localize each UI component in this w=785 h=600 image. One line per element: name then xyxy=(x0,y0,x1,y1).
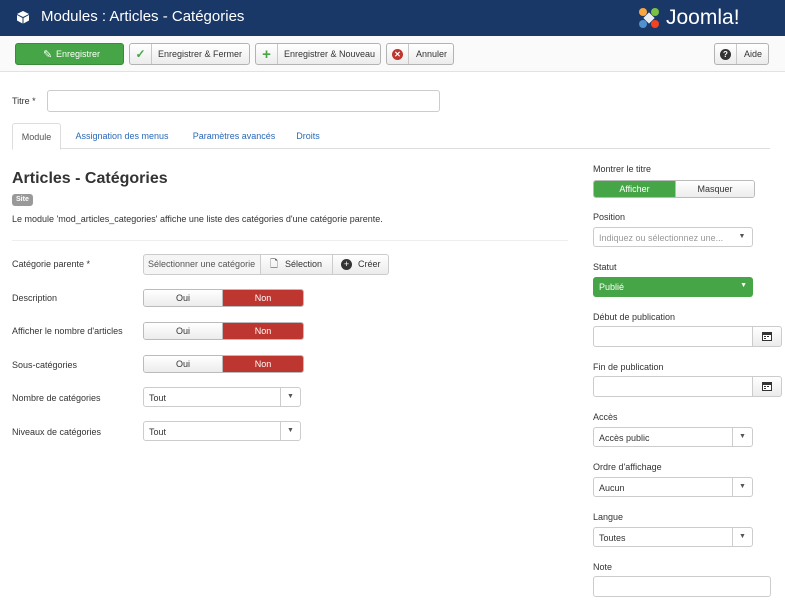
save-button[interactable]: ✎ Enregistrer xyxy=(15,43,124,65)
chevron-down-icon: ▼ xyxy=(732,528,752,546)
help-button[interactable]: ? Aide xyxy=(714,43,769,65)
tab-module[interactable]: Module xyxy=(12,123,61,150)
order-select[interactable]: Aucun ▼ xyxy=(593,477,753,497)
show-title-show-option[interactable]: Afficher xyxy=(594,181,675,197)
save-close-button-label: Enregistrer & Fermer xyxy=(158,49,243,59)
chevron-down-icon: ▼ xyxy=(738,233,746,240)
cancel-icon: ✕ xyxy=(387,44,409,64)
description-no-option[interactable]: Non xyxy=(223,290,303,306)
tab-advanced[interactable]: Paramètres avancés xyxy=(184,123,284,149)
description-toggle: Oui Non xyxy=(143,289,304,307)
publish-end-input[interactable] xyxy=(593,376,753,397)
show-title-hide-option[interactable]: Masquer xyxy=(675,181,754,197)
publish-start-calendar-button[interactable] xyxy=(752,326,782,347)
cube-icon xyxy=(17,11,29,24)
create-button-label: Créer xyxy=(358,259,381,269)
language-label: Langue xyxy=(593,512,624,522)
joomla-logo: Joomla! xyxy=(636,4,776,32)
help-icon: ? xyxy=(715,44,737,64)
page-title: Modules : Articles - Catégories xyxy=(41,8,245,25)
module-description: Le module 'mod_articles_categories' affi… xyxy=(12,214,383,224)
category-count-select[interactable]: Tout ▼ xyxy=(143,387,301,407)
category-levels-label: Niveaux de catégories xyxy=(12,427,102,437)
show-title-label: Montrer le titre xyxy=(593,164,652,174)
title-label: Titre * xyxy=(12,96,36,106)
selection-button[interactable]: 🗋 Sélection xyxy=(260,254,333,275)
toolbar: ✎ Enregistrer ✓ Enregistrer & Fermer + E… xyxy=(0,36,785,72)
publish-start-input[interactable] xyxy=(593,326,753,347)
category-levels-select[interactable]: Tout ▼ xyxy=(143,421,301,441)
cancel-button-label: Annuler xyxy=(416,49,448,59)
article-count-yes-option[interactable]: Oui xyxy=(144,323,223,339)
selection-button-label: Sélection xyxy=(285,259,323,269)
tabs-bar: Module Assignation des menus Paramètres … xyxy=(12,123,770,150)
header-bar: Modules : Articles - Catégories Joomla! xyxy=(0,0,785,36)
status-value: Publié xyxy=(599,282,625,292)
access-label: Accès xyxy=(593,412,618,422)
order-value: Aucun xyxy=(599,483,625,493)
site-badge: Site xyxy=(12,194,33,206)
position-select[interactable]: Indiquez ou sélectionnez une... ▼ xyxy=(593,227,753,247)
title-input[interactable] xyxy=(47,90,440,112)
parent-category-input[interactable]: Sélectionner une catégorie xyxy=(143,254,261,275)
calendar-icon xyxy=(762,332,772,341)
help-button-label: Aide xyxy=(744,49,763,59)
joomla-logo-text: Joomla! xyxy=(666,6,740,29)
description-yes-option[interactable]: Oui xyxy=(144,290,223,306)
order-label: Ordre d'affichage xyxy=(593,462,662,472)
publish-end-label: Fin de publication xyxy=(593,362,664,372)
edit-icon: ✎ xyxy=(43,49,53,61)
tab-menu-assignment[interactable]: Assignation des menus xyxy=(66,123,178,149)
publish-end-field xyxy=(593,376,783,397)
language-value: Toutes xyxy=(599,533,626,543)
tab-permissions[interactable]: Droits xyxy=(290,123,326,149)
plus-icon: + xyxy=(256,44,278,64)
plus-circle-icon: + xyxy=(341,259,352,270)
save-button-label: Enregistrer xyxy=(56,49,101,59)
create-button[interactable]: + Créer xyxy=(332,254,389,275)
chevron-down-icon: ▼ xyxy=(280,422,300,440)
save-new-button[interactable]: + Enregistrer & Nouveau xyxy=(255,43,381,65)
file-icon: 🗋 xyxy=(270,259,279,270)
chevron-down-icon: ▼ xyxy=(280,388,300,406)
show-title-toggle: Afficher Masquer xyxy=(593,180,755,198)
article-count-toggle: Oui Non xyxy=(143,322,304,340)
cancel-button[interactable]: ✕ Annuler xyxy=(386,43,454,65)
subcategories-label: Sous-catégories xyxy=(12,360,78,370)
chevron-down-icon: ▼ xyxy=(732,428,752,446)
save-close-button[interactable]: ✓ Enregistrer & Fermer xyxy=(129,43,250,65)
position-placeholder: Indiquez ou sélectionnez une... xyxy=(599,233,724,243)
subcategories-yes-option[interactable]: Oui xyxy=(144,356,223,372)
chevron-down-icon: ▼ xyxy=(740,282,747,289)
parent-category-label: Catégorie parente * xyxy=(12,259,91,269)
subcategories-toggle: Oui Non xyxy=(143,355,304,373)
category-levels-value: Tout xyxy=(149,427,167,437)
position-label: Position xyxy=(593,212,626,222)
status-label: Statut xyxy=(593,262,617,272)
article-count-no-option[interactable]: Non xyxy=(223,323,303,339)
publish-start-label: Début de publication xyxy=(593,312,676,322)
check-icon: ✓ xyxy=(130,44,152,64)
note-input[interactable] xyxy=(593,576,771,597)
calendar-icon xyxy=(762,382,772,391)
publish-end-calendar-button[interactable] xyxy=(752,376,782,397)
access-value: Accès public xyxy=(599,433,650,443)
article-count-label: Afficher le nombre d'articles xyxy=(12,326,123,336)
category-count-label: Nombre de catégories xyxy=(12,393,101,403)
language-select[interactable]: Toutes ▼ xyxy=(593,527,753,547)
subcategories-no-option[interactable]: Non xyxy=(223,356,303,372)
divider xyxy=(12,240,568,241)
note-label: Note xyxy=(593,562,613,572)
joomla-logo-icon xyxy=(639,8,659,28)
description-label: Description xyxy=(12,293,58,303)
save-new-button-label: Enregistrer & Nouveau xyxy=(284,49,376,59)
status-select[interactable]: Publié ▼ xyxy=(593,277,753,297)
chevron-down-icon: ▼ xyxy=(732,478,752,496)
category-count-value: Tout xyxy=(149,393,167,403)
access-select[interactable]: Accès public ▼ xyxy=(593,427,753,447)
publish-start-field xyxy=(593,326,783,347)
module-heading: Articles - Catégories xyxy=(12,170,168,187)
